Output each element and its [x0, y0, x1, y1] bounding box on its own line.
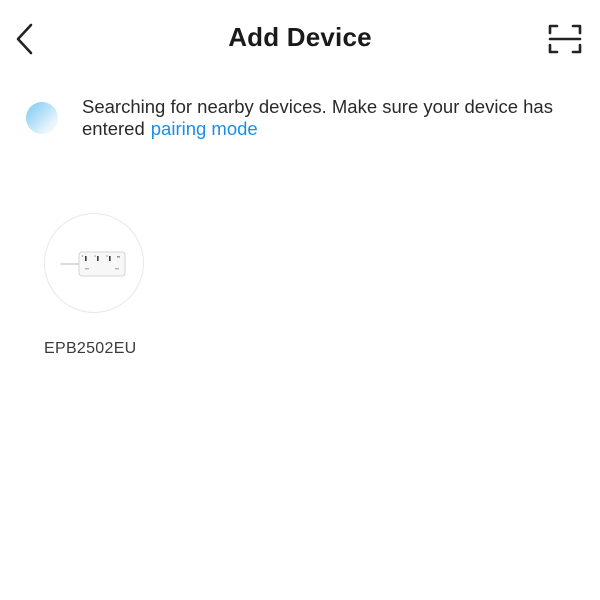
- device-item[interactable]: EPB2502EU: [44, 213, 144, 358]
- device-name: EPB2502EU: [44, 340, 137, 357]
- scan-icon: [548, 24, 582, 54]
- search-status: Searching for nearby devices. Make sure …: [26, 96, 566, 140]
- device-image-circle: [44, 213, 144, 313]
- scan-button[interactable]: [546, 20, 584, 58]
- page-title: Add Device: [228, 22, 372, 52]
- pairing-mode-link[interactable]: pairing mode: [151, 118, 258, 139]
- header: Add Device: [0, 0, 600, 78]
- searching-spinner-icon: [26, 102, 58, 134]
- search-status-text: Searching for nearby devices. Make sure …: [82, 96, 566, 140]
- power-strip-icon: [60, 251, 126, 277]
- add-device-screen: Add Device Searching for nearby devices.…: [0, 0, 600, 600]
